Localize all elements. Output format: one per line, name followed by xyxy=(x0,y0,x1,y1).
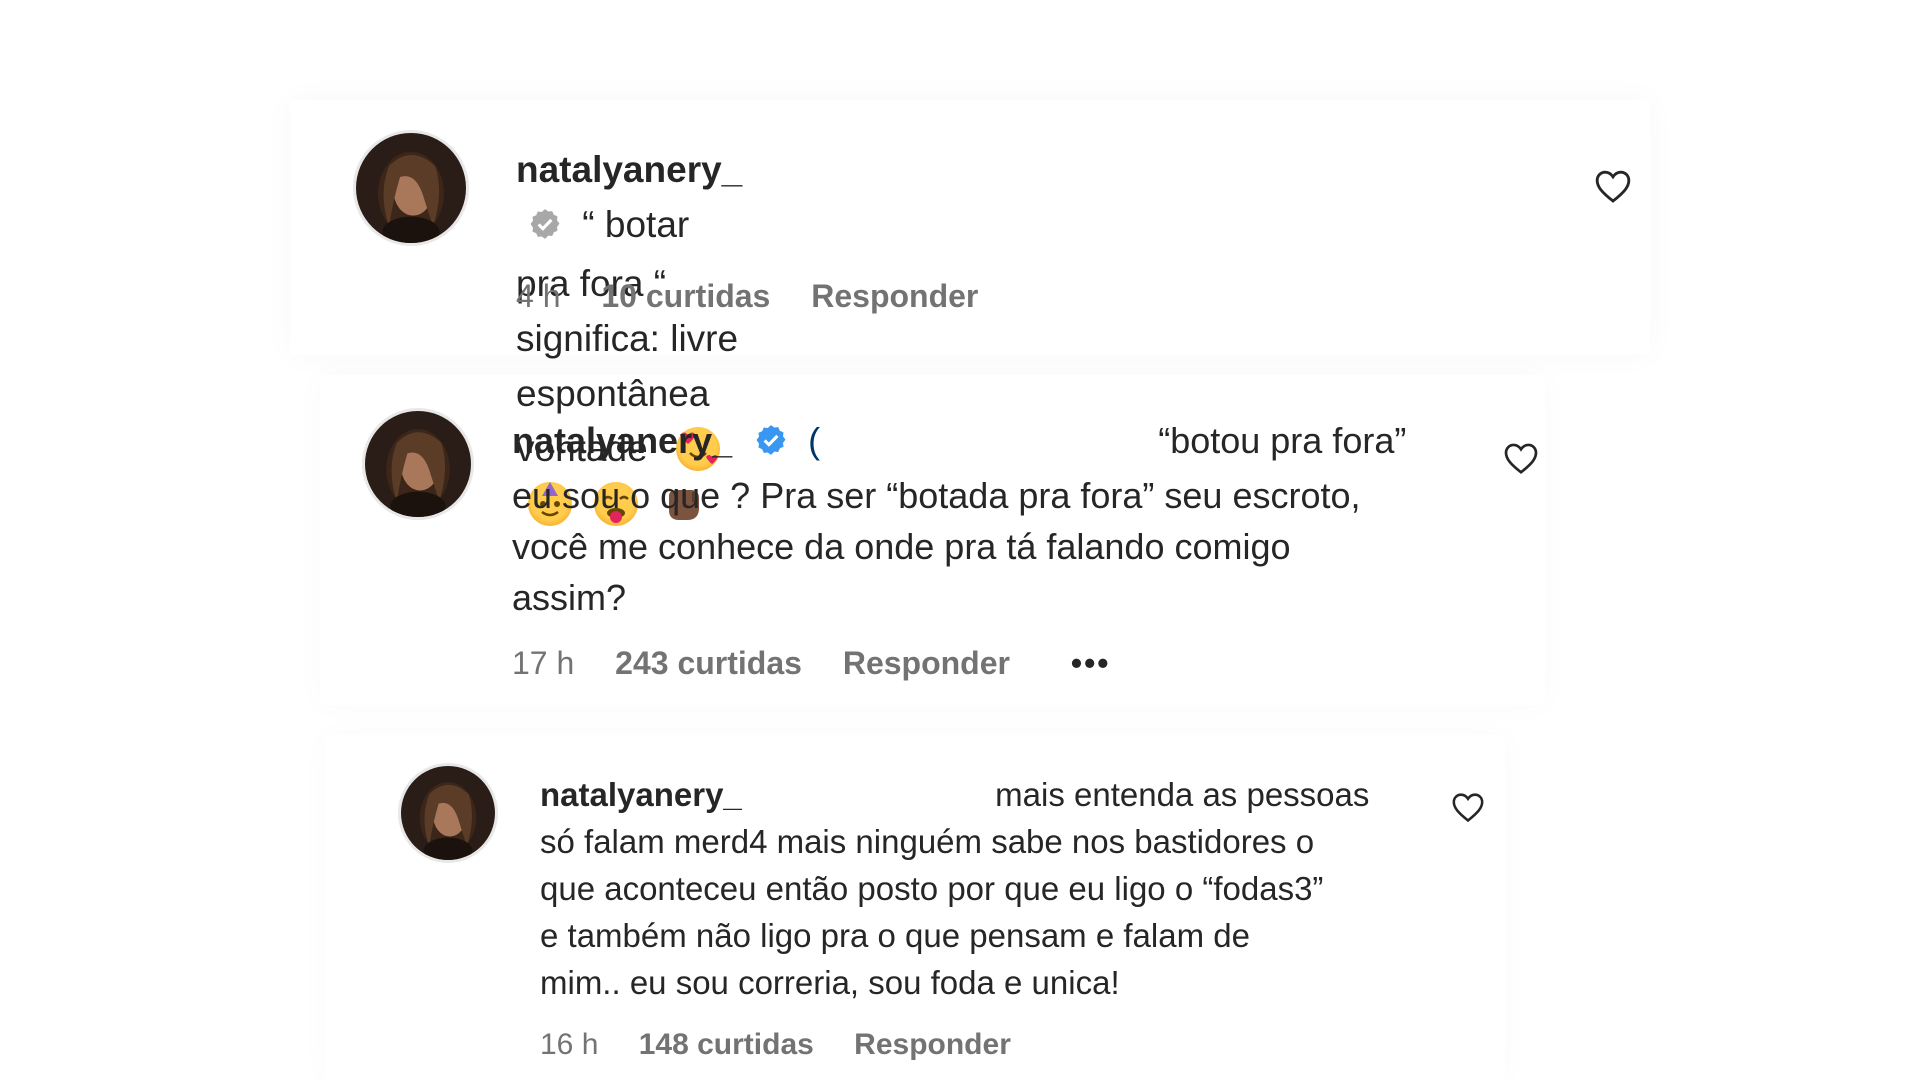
avatar[interactable] xyxy=(398,763,498,863)
comment-text-line: mim.. eu sou correria, sou foda e unica! xyxy=(540,964,1120,1001)
comment-2-body: natalyanery_ ( “botou pra fora” eu sou o… xyxy=(512,415,1406,623)
comment-text-line: mais entenda as pessoas xyxy=(995,776,1370,813)
heart-outline-icon[interactable] xyxy=(1451,791,1485,828)
avatar-photo xyxy=(365,411,471,517)
comment-text-line: “botou pra fora” xyxy=(1158,420,1407,461)
comment-text-line: só falam merd4 mais ninguém sabe nos bas… xyxy=(540,823,1315,860)
comment-3-body: natalyanery_ mais entenda as pessoas só … xyxy=(540,771,1369,1006)
comment-username[interactable]: natalyanery_ xyxy=(516,149,742,190)
heart-outline-icon[interactable] xyxy=(1594,168,1632,209)
comment-timestamp: 17 h xyxy=(512,645,575,681)
reply-button[interactable]: Responder xyxy=(843,645,1010,681)
avatar[interactable] xyxy=(362,408,474,520)
likes-count[interactable]: 10 curtidas xyxy=(601,278,770,314)
reply-button[interactable]: Responder xyxy=(811,278,978,314)
comment-text-line: e também não ligo pra o que pensam e fal… xyxy=(540,917,1250,954)
comment-text-line: eu sou o que ? Pra ser “botada pra fora”… xyxy=(512,475,1361,516)
comment-2-meta: 17 h 243 curtidas Responder ••• xyxy=(512,645,1142,682)
comment-text-line: assim? xyxy=(512,577,627,618)
comment-text-line: que aconteceu então posto por que eu lig… xyxy=(540,870,1324,907)
avatar-photo xyxy=(356,133,466,243)
comment-panel-1 xyxy=(290,100,1650,355)
likes-count[interactable]: 148 curtidas xyxy=(639,1028,814,1061)
verified-badge-icon xyxy=(754,419,788,470)
verified-badge-icon xyxy=(528,201,562,256)
comment-username[interactable]: natalyanery_ xyxy=(512,420,732,461)
more-options-icon[interactable]: ••• xyxy=(1071,645,1111,682)
comment-timestamp: 16 h xyxy=(540,1028,599,1061)
mention-prefix: ( xyxy=(808,420,821,461)
reply-button[interactable]: Responder xyxy=(854,1028,1011,1061)
avatar[interactable] xyxy=(353,130,469,246)
comment-3-meta: 16 h 148 curtidas Responder xyxy=(540,1028,1043,1062)
comment-timestamp: 4 h xyxy=(516,278,561,314)
likes-count[interactable]: 243 curtidas xyxy=(615,645,802,681)
comment-text-line: você me conhece da onde pra tá falando c… xyxy=(512,526,1291,567)
heart-outline-icon[interactable] xyxy=(1503,441,1539,480)
comments-screenshot: natalyanery_ “ botar pra fora “ signific… xyxy=(0,0,1920,1080)
comment-1-meta: 4 h 10 curtidas Responder xyxy=(516,278,1010,315)
avatar-photo xyxy=(401,766,495,860)
comment-username[interactable]: natalyanery_ xyxy=(540,776,742,813)
